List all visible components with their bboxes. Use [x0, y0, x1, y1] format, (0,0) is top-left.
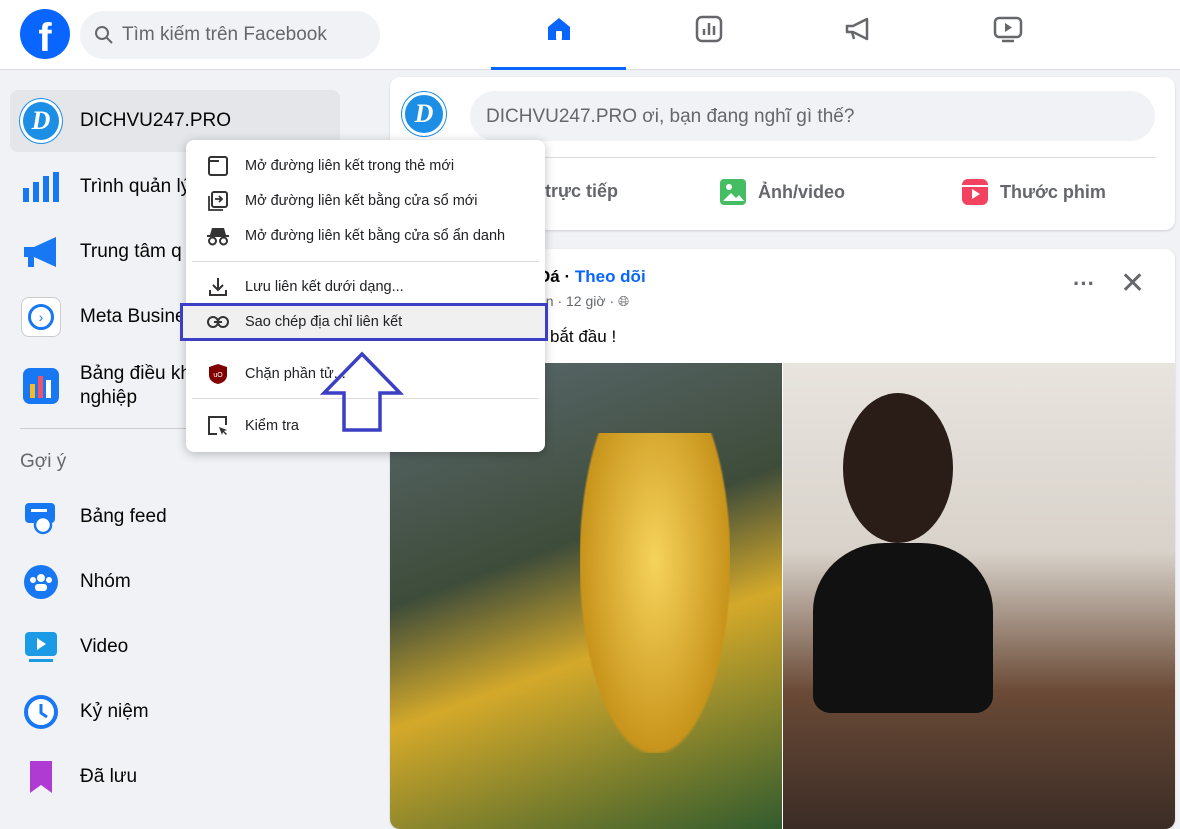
menu-open-new-tab[interactable]: Mở đường liên kết trong thẻ mới — [186, 150, 545, 182]
avatar: D — [20, 99, 62, 143]
sidebar-item-groups[interactable]: Nhóm — [10, 551, 340, 613]
post-photo-right[interactable] — [783, 363, 1175, 829]
reels-icon — [962, 179, 988, 205]
search-input[interactable]: Tìm kiếm trên Facebook — [80, 11, 380, 59]
post-text: bắt đầu ! — [550, 327, 617, 346]
trophy — [580, 433, 730, 753]
section-title: Gợi ý — [20, 451, 67, 472]
follow-link[interactable]: Theo dõi — [575, 267, 646, 286]
photo-video-button[interactable]: Ảnh/video — [718, 177, 845, 207]
facebook-logo[interactable]: f — [20, 9, 70, 59]
meta-business-icon: › — [20, 296, 62, 338]
nav-dashboard[interactable] — [641, 14, 776, 70]
incognito-icon — [206, 224, 230, 248]
clock-icon — [20, 691, 62, 733]
post-meta: ạn · 12 giờ · — [538, 293, 615, 309]
link-icon — [206, 310, 230, 334]
feed-icon — [20, 496, 62, 538]
download-icon — [206, 275, 230, 299]
composer-input[interactable]: DICHVU247.PRO ơi, bạn đang nghĩ gì thế? — [470, 91, 1155, 141]
reels-button[interactable]: Thước phim — [960, 177, 1106, 207]
video-icon — [993, 16, 1022, 43]
sidebar-item-video[interactable]: Video — [10, 616, 340, 678]
avatar: D — [402, 92, 446, 136]
figure — [813, 543, 993, 713]
hair — [843, 393, 953, 543]
video-icon — [20, 626, 62, 668]
globe-icon: 🌐︎ — [618, 293, 630, 309]
nav-home[interactable] — [491, 14, 626, 70]
bar-chart-icon — [20, 166, 62, 208]
bookmark-icon — [20, 756, 62, 798]
sidebar-item-memories[interactable]: Kỷ niệm — [10, 681, 340, 743]
dashboard-icon — [20, 365, 62, 407]
menu-copy-link-address[interactable]: Sao chép địa chỉ liên kết — [180, 303, 548, 341]
menu-open-new-window[interactable]: Mở đường liên kết bằng cửa sổ mới — [186, 185, 545, 217]
ublock-icon: uO — [206, 362, 230, 386]
photo-icon — [720, 179, 746, 205]
svg-text:uO: uO — [213, 372, 223, 379]
new-window-icon — [206, 189, 230, 213]
groups-icon — [20, 561, 62, 603]
megaphone-icon — [845, 17, 868, 41]
nav-video[interactable] — [940, 14, 1075, 70]
nav-ads[interactable] — [790, 14, 925, 70]
top-bar: f Tìm kiếm trên Facebook — [0, 0, 1180, 70]
inspect-icon — [206, 414, 230, 438]
home-icon — [547, 18, 570, 40]
menu-open-incognito[interactable]: Mở đường liên kết bằng cửa sổ ẩn danh — [186, 220, 545, 252]
menu-save-link-as[interactable]: Lưu liên kết dưới dạng... — [186, 271, 545, 303]
arrow-up-icon — [320, 351, 404, 432]
sidebar-item-saved[interactable]: Đã lưu — [10, 746, 340, 808]
new-tab-icon — [206, 154, 230, 178]
sidebar-item-feed[interactable]: Bảng feed — [10, 486, 340, 548]
dashboard-icon — [695, 15, 722, 43]
close-icon[interactable]: ✕ — [1120, 269, 1145, 299]
live-video-button[interactable]: trực tiếp — [545, 181, 618, 202]
more-options-icon[interactable]: ··· — [1073, 271, 1095, 297]
search-icon — [95, 26, 113, 44]
megaphone-icon — [20, 231, 62, 273]
